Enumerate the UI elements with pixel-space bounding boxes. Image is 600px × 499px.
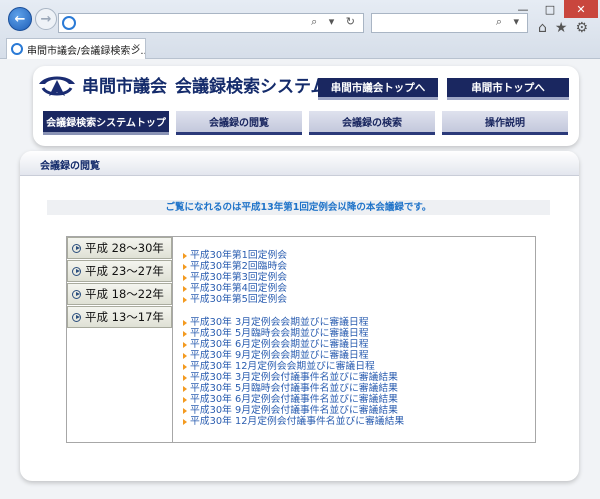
arrow-icon — [183, 352, 187, 359]
arrow-icon — [183, 252, 187, 259]
document-link-label: 平成30年第1回定例会 — [190, 250, 288, 261]
document-link[interactable]: 平成30年 9月定例会付議事件名並びに審議結果 — [183, 405, 404, 416]
schedule-doc-group: 平成30年 3月定例会会期並びに審議日程 平成30年 5月臨時会会期並びに審議日… — [183, 317, 404, 427]
document-link-label: 平成30年第3回定例会 — [190, 272, 288, 283]
year-range-item[interactable]: 平成 23～27年 — [67, 260, 172, 282]
browser-tools: ⌂ ★ ⚙ — [538, 20, 588, 36]
document-link-label: 平成30年 3月定例会付議事件名並びに審議結果 — [190, 372, 398, 383]
ie-tab-icon — [11, 43, 23, 55]
page: 串間市議会 会議録検索システム 串間市議会トップへ 串間市トップへ 会議録検索シス… — [0, 59, 600, 499]
tab-search-records[interactable]: 会議録の検索 — [309, 111, 435, 135]
address-bar[interactable]: ⌕ ▾ ↻ — [58, 13, 364, 33]
settings-icon[interactable]: ⚙ — [575, 20, 588, 36]
arrow-icon — [183, 319, 187, 326]
play-icon — [72, 289, 81, 299]
document-link[interactable]: 平成30年第1回定例会 — [183, 250, 287, 261]
arrow-icon — [183, 396, 187, 403]
arrow-icon — [183, 274, 187, 281]
document-link[interactable]: 平成30年 12月定例会付議事件名並びに審議結果 — [183, 416, 404, 427]
play-icon — [72, 266, 81, 276]
play-icon — [72, 312, 81, 322]
tab-instructions[interactable]: 操作説明 — [442, 111, 568, 135]
close-window-button[interactable]: ✕ — [564, 0, 598, 18]
section-header: 会議録の閲覧 — [20, 151, 579, 176]
tab-search-system-top[interactable]: 会議録検索システムトップ — [43, 111, 169, 135]
play-icon — [72, 243, 81, 253]
year-range-label: 平成 13～17年 — [85, 310, 164, 324]
site-title-sub: 会議録検索システム — [175, 77, 328, 97]
arrow-icon — [183, 330, 187, 337]
city-emblem-icon — [39, 76, 75, 96]
document-link-label: 平成30年 6月定例会付議事件名並びに審議結果 — [190, 394, 398, 405]
document-link[interactable]: 平成30年 3月定例会会期並びに審議日程 — [183, 317, 404, 328]
tab-title: 串間市議会/会議録検索シ... — [27, 45, 146, 57]
maximize-button[interactable]: □ — [537, 0, 563, 18]
arrow-icon — [183, 263, 187, 270]
document-link[interactable]: 平成30年 6月定例会会期並びに審議日程 — [183, 339, 404, 350]
favorites-icon[interactable]: ★ — [555, 20, 568, 36]
document-link-label: 平成30年第4回定例会 — [190, 283, 288, 294]
document-link[interactable]: 平成30年 3月定例会付議事件名並びに審議結果 — [183, 372, 404, 383]
section-title: 会議録の閲覧 — [40, 161, 100, 172]
year-range-item[interactable]: 平成 28～30年 — [67, 237, 172, 259]
year-range-item[interactable]: 平成 18～22年 — [67, 283, 172, 305]
home-icon[interactable]: ⌂ — [538, 20, 547, 36]
arrow-icon — [183, 296, 187, 303]
document-link-label: 平成30年第2回臨時会 — [190, 261, 288, 272]
year-range-label: 平成 23～27年 — [85, 264, 164, 278]
arrow-icon — [183, 407, 187, 414]
site-header: 串間市議会 会議録検索システム 串間市議会トップへ 串間市トップへ 会議録検索シス… — [33, 66, 579, 146]
session-doc-group: 平成30年第1回定例会 平成30年第2回臨時会 平成30年第3回定例会 平成30… — [183, 250, 287, 305]
document-link[interactable]: 平成30年 12月定例会会期並びに審議日程 — [183, 361, 404, 372]
arrow-icon — [183, 374, 187, 381]
document-link[interactable]: 平成30年第2回臨時会 — [183, 261, 287, 272]
city-top-button[interactable]: 串間市トップへ — [447, 78, 569, 100]
arrow-icon — [183, 341, 187, 348]
back-button[interactable]: ← — [8, 7, 32, 31]
document-link-label: 平成30年 9月定例会付議事件名並びに審議結果 — [190, 405, 398, 416]
site-title-main: 串間市議会 — [82, 77, 167, 97]
year-range-label: 平成 28～30年 — [85, 241, 164, 255]
year-range-label: 平成 18～22年 — [85, 287, 164, 301]
arrow-icon — [183, 418, 187, 425]
year-range-list: 平成 28～30年 平成 23～27年 平成 18～22年 平成 13～17年 — [67, 237, 172, 329]
document-link-label: 平成30年 6月定例会会期並びに審議日程 — [190, 339, 369, 350]
ie-icon — [62, 16, 76, 30]
search-box[interactable]: ⌕ ▾ — [371, 13, 528, 33]
notice-text: ご覧になれるのは平成13年第1回定例会以降の本会議録です。 — [47, 200, 550, 215]
document-link[interactable]: 平成30年第3回定例会 — [183, 272, 287, 283]
tab-browse-records[interactable]: 会議録の閲覧 — [176, 111, 302, 135]
browse-panel: 平成 28～30年 平成 23～27年 平成 18～22年 平成 13～17年 … — [66, 236, 536, 443]
browser-tab[interactable]: 串間市議会/会議録検索シ... × — [6, 38, 146, 59]
council-top-button[interactable]: 串間市議会トップへ — [318, 78, 438, 100]
tab-close-icon[interactable]: × — [133, 42, 141, 53]
minimize-button[interactable]: — — [510, 0, 536, 18]
main-nav: 会議録検索システムトップ 会議録の閲覧 会議録の検索 操作説明 — [43, 111, 568, 135]
browser-chrome: ← → ⌕ ▾ ↻ ⌕ ▾ — □ ✕ ⌂ ★ ⚙ 串間市議会/会議録検索シ..… — [0, 0, 600, 59]
forward-button[interactable]: → — [35, 8, 57, 30]
content-panel: 会議録の閲覧 ご覧になれるのは平成13年第1回定例会以降の本会議録です。 平成 … — [20, 151, 579, 481]
document-link-label: 平成30年 3月定例会会期並びに審議日程 — [190, 317, 369, 328]
document-link-label: 平成30年 12月定例会付議事件名並びに審議結果 — [190, 416, 405, 427]
document-link[interactable]: 平成30年 6月定例会付議事件名並びに審議結果 — [183, 394, 404, 405]
address-controls[interactable]: ⌕ ▾ ↻ — [311, 15, 359, 29]
document-link[interactable]: 平成30年第4回定例会 — [183, 283, 287, 294]
arrow-icon — [183, 285, 187, 292]
document-link-label: 平成30年 12月定例会会期並びに審議日程 — [190, 361, 375, 372]
document-link-label: 平成30年 5月臨時会会期並びに審議日程 — [190, 328, 369, 339]
document-link-label: 平成30年第5回定例会 — [190, 294, 288, 305]
arrow-icon — [183, 385, 187, 392]
arrow-icon — [183, 363, 187, 370]
document-list: 平成30年第1回定例会 平成30年第2回臨時会 平成30年第3回定例会 平成30… — [172, 237, 536, 443]
document-link[interactable]: 平成30年第5回定例会 — [183, 294, 287, 305]
document-link[interactable]: 平成30年 5月臨時会会期並びに審議日程 — [183, 328, 404, 339]
document-link-label: 平成30年 5月臨時会付議事件名並びに審議結果 — [190, 383, 398, 394]
document-link[interactable]: 平成30年 9月定例会会期並びに審議日程 — [183, 350, 404, 361]
year-range-item[interactable]: 平成 13～17年 — [67, 306, 172, 328]
document-link[interactable]: 平成30年 5月臨時会付議事件名並びに審議結果 — [183, 383, 404, 394]
document-link-label: 平成30年 9月定例会会期並びに審議日程 — [190, 350, 369, 361]
site-title: 串間市議会 会議録検索システム — [82, 72, 328, 97]
